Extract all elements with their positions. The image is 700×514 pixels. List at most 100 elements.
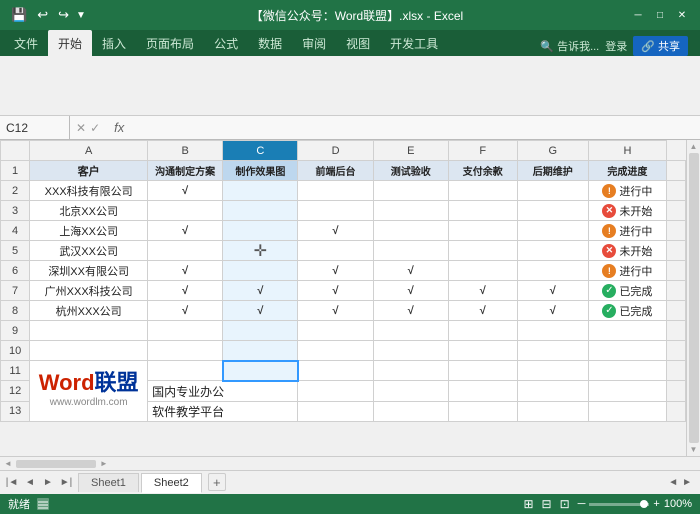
cell-a3[interactable]: 北京XX公司: [30, 201, 148, 221]
cell-g2[interactable]: [517, 181, 588, 201]
col-header-d[interactable]: D: [298, 141, 373, 161]
cell-f1[interactable]: 支付余款: [448, 161, 517, 181]
customize-btn[interactable]: ▼: [76, 10, 86, 21]
cell-h7[interactable]: ✓ 已完成: [588, 281, 666, 301]
cell-d9[interactable]: [298, 321, 373, 341]
cell-reference[interactable]: C12: [0, 116, 70, 139]
cell-f9[interactable]: [448, 321, 517, 341]
cell-c11[interactable]: [223, 361, 298, 381]
col-header-e[interactable]: E: [373, 141, 448, 161]
col-header-f[interactable]: F: [448, 141, 517, 161]
cell-e5[interactable]: [373, 241, 448, 261]
sheet-tab-2[interactable]: Sheet2: [141, 473, 202, 493]
cell-g6[interactable]: [517, 261, 588, 281]
cell-e8[interactable]: √: [373, 301, 448, 321]
cell-e9[interactable]: [373, 321, 448, 341]
cell-b5[interactable]: [148, 241, 223, 261]
cell-f7[interactable]: √: [448, 281, 517, 301]
cell-e13[interactable]: [373, 401, 448, 421]
cell-a11[interactable]: Word联盟 www.wordlm.com: [30, 361, 148, 422]
cell-c1[interactable]: 制作效果图: [223, 161, 298, 181]
cell-e10[interactable]: [373, 341, 448, 361]
save-icon[interactable]: 💾: [8, 5, 30, 25]
tab-insert[interactable]: 插入: [92, 30, 136, 56]
cell-e12[interactable]: [373, 381, 448, 402]
cell-a8[interactable]: 杭州XXX公司: [30, 301, 148, 321]
vertical-scrollbar[interactable]: ▲ ▼: [686, 140, 700, 456]
cell-f11[interactable]: [448, 361, 517, 381]
cell-b1[interactable]: 沟通制定方案: [148, 161, 223, 181]
cell-b7[interactable]: √: [148, 281, 223, 301]
cell-h4[interactable]: ! 进行中: [588, 221, 666, 241]
cell-d12[interactable]: [298, 381, 373, 402]
tab-home[interactable]: 开始: [48, 30, 92, 56]
cell-g5[interactable]: [517, 241, 588, 261]
cell-b13[interactable]: 软件教学平台: [148, 401, 298, 421]
cell-f2[interactable]: [448, 181, 517, 201]
cell-e1[interactable]: 测试验收: [373, 161, 448, 181]
sheet-nav-next[interactable]: ►: [40, 475, 56, 491]
cell-e4[interactable]: [373, 221, 448, 241]
scrollbar-down-btn[interactable]: ▼: [690, 445, 698, 454]
cell-f5[interactable]: [448, 241, 517, 261]
cell-d6[interactable]: √: [298, 261, 373, 281]
tab-review[interactable]: 审阅: [292, 30, 336, 56]
cell-h12[interactable]: [588, 381, 666, 402]
search-tell-me[interactable]: 🔍 告诉我...: [540, 38, 599, 54]
cell-d7[interactable]: √: [298, 281, 373, 301]
cell-d4[interactable]: √: [298, 221, 373, 241]
cell-h9[interactable]: [588, 321, 666, 341]
cell-e11[interactable]: [373, 361, 448, 381]
cell-c5[interactable]: ✛: [223, 241, 298, 261]
tab-file[interactable]: 文件: [4, 30, 48, 56]
cell-g3[interactable]: [517, 201, 588, 221]
login-btn[interactable]: 登录: [605, 38, 627, 54]
cell-c10[interactable]: [223, 341, 298, 361]
cell-b6[interactable]: √: [148, 261, 223, 281]
cell-f10[interactable]: [448, 341, 517, 361]
cell-a4[interactable]: 上海XX公司: [30, 221, 148, 241]
cell-b4[interactable]: √: [148, 221, 223, 241]
cell-g11[interactable]: [517, 361, 588, 381]
sheet-nav-prev[interactable]: ◄: [22, 475, 38, 491]
cell-g13[interactable]: [517, 401, 588, 421]
tab-data[interactable]: 数据: [248, 30, 292, 56]
formula-input[interactable]: [132, 121, 700, 135]
col-header-g[interactable]: G: [517, 141, 588, 161]
sheet-scroll-right[interactable]: ►: [682, 477, 692, 488]
view-page-icon[interactable]: ⊡: [560, 497, 570, 511]
cell-h8[interactable]: ✓ 已完成: [588, 301, 666, 321]
scroll-right-btn[interactable]: ►: [100, 459, 108, 468]
cell-h13[interactable]: [588, 401, 666, 421]
cell-b9[interactable]: [148, 321, 223, 341]
col-header-b[interactable]: B: [148, 141, 223, 161]
sheet-nav-last[interactable]: ►|: [58, 475, 74, 491]
cell-d1[interactable]: 前端后台: [298, 161, 373, 181]
cell-h3[interactable]: ✕ 未开始: [588, 201, 666, 221]
cell-g10[interactable]: [517, 341, 588, 361]
col-header-c[interactable]: C: [223, 141, 298, 161]
sheet-nav-first[interactable]: |◄: [4, 475, 20, 491]
cell-c6[interactable]: [223, 261, 298, 281]
scrollbar-thumb[interactable]: [689, 153, 699, 443]
cell-c9[interactable]: [223, 321, 298, 341]
cell-h5[interactable]: ✕ 未开始: [588, 241, 666, 261]
cell-g4[interactable]: [517, 221, 588, 241]
cell-e2[interactable]: [373, 181, 448, 201]
view-normal-icon[interactable]: ⊞: [523, 497, 533, 511]
cell-d5[interactable]: [298, 241, 373, 261]
cell-h2[interactable]: ! 进行中: [588, 181, 666, 201]
cell-f3[interactable]: [448, 201, 517, 221]
cell-f6[interactable]: [448, 261, 517, 281]
cell-c3[interactable]: [223, 201, 298, 221]
cell-d13[interactable]: [298, 401, 373, 421]
cell-g9[interactable]: [517, 321, 588, 341]
cell-b11[interactable]: [148, 361, 223, 381]
scrollbar-up-btn[interactable]: ▲: [690, 142, 698, 151]
cell-h11[interactable]: [588, 361, 666, 381]
cell-b10[interactable]: [148, 341, 223, 361]
cell-a5[interactable]: 武汉XX公司: [30, 241, 148, 261]
add-sheet-btn[interactable]: +: [208, 473, 226, 491]
confirm-formula-icon[interactable]: ✓: [90, 121, 100, 135]
col-header-a[interactable]: A: [30, 141, 148, 161]
